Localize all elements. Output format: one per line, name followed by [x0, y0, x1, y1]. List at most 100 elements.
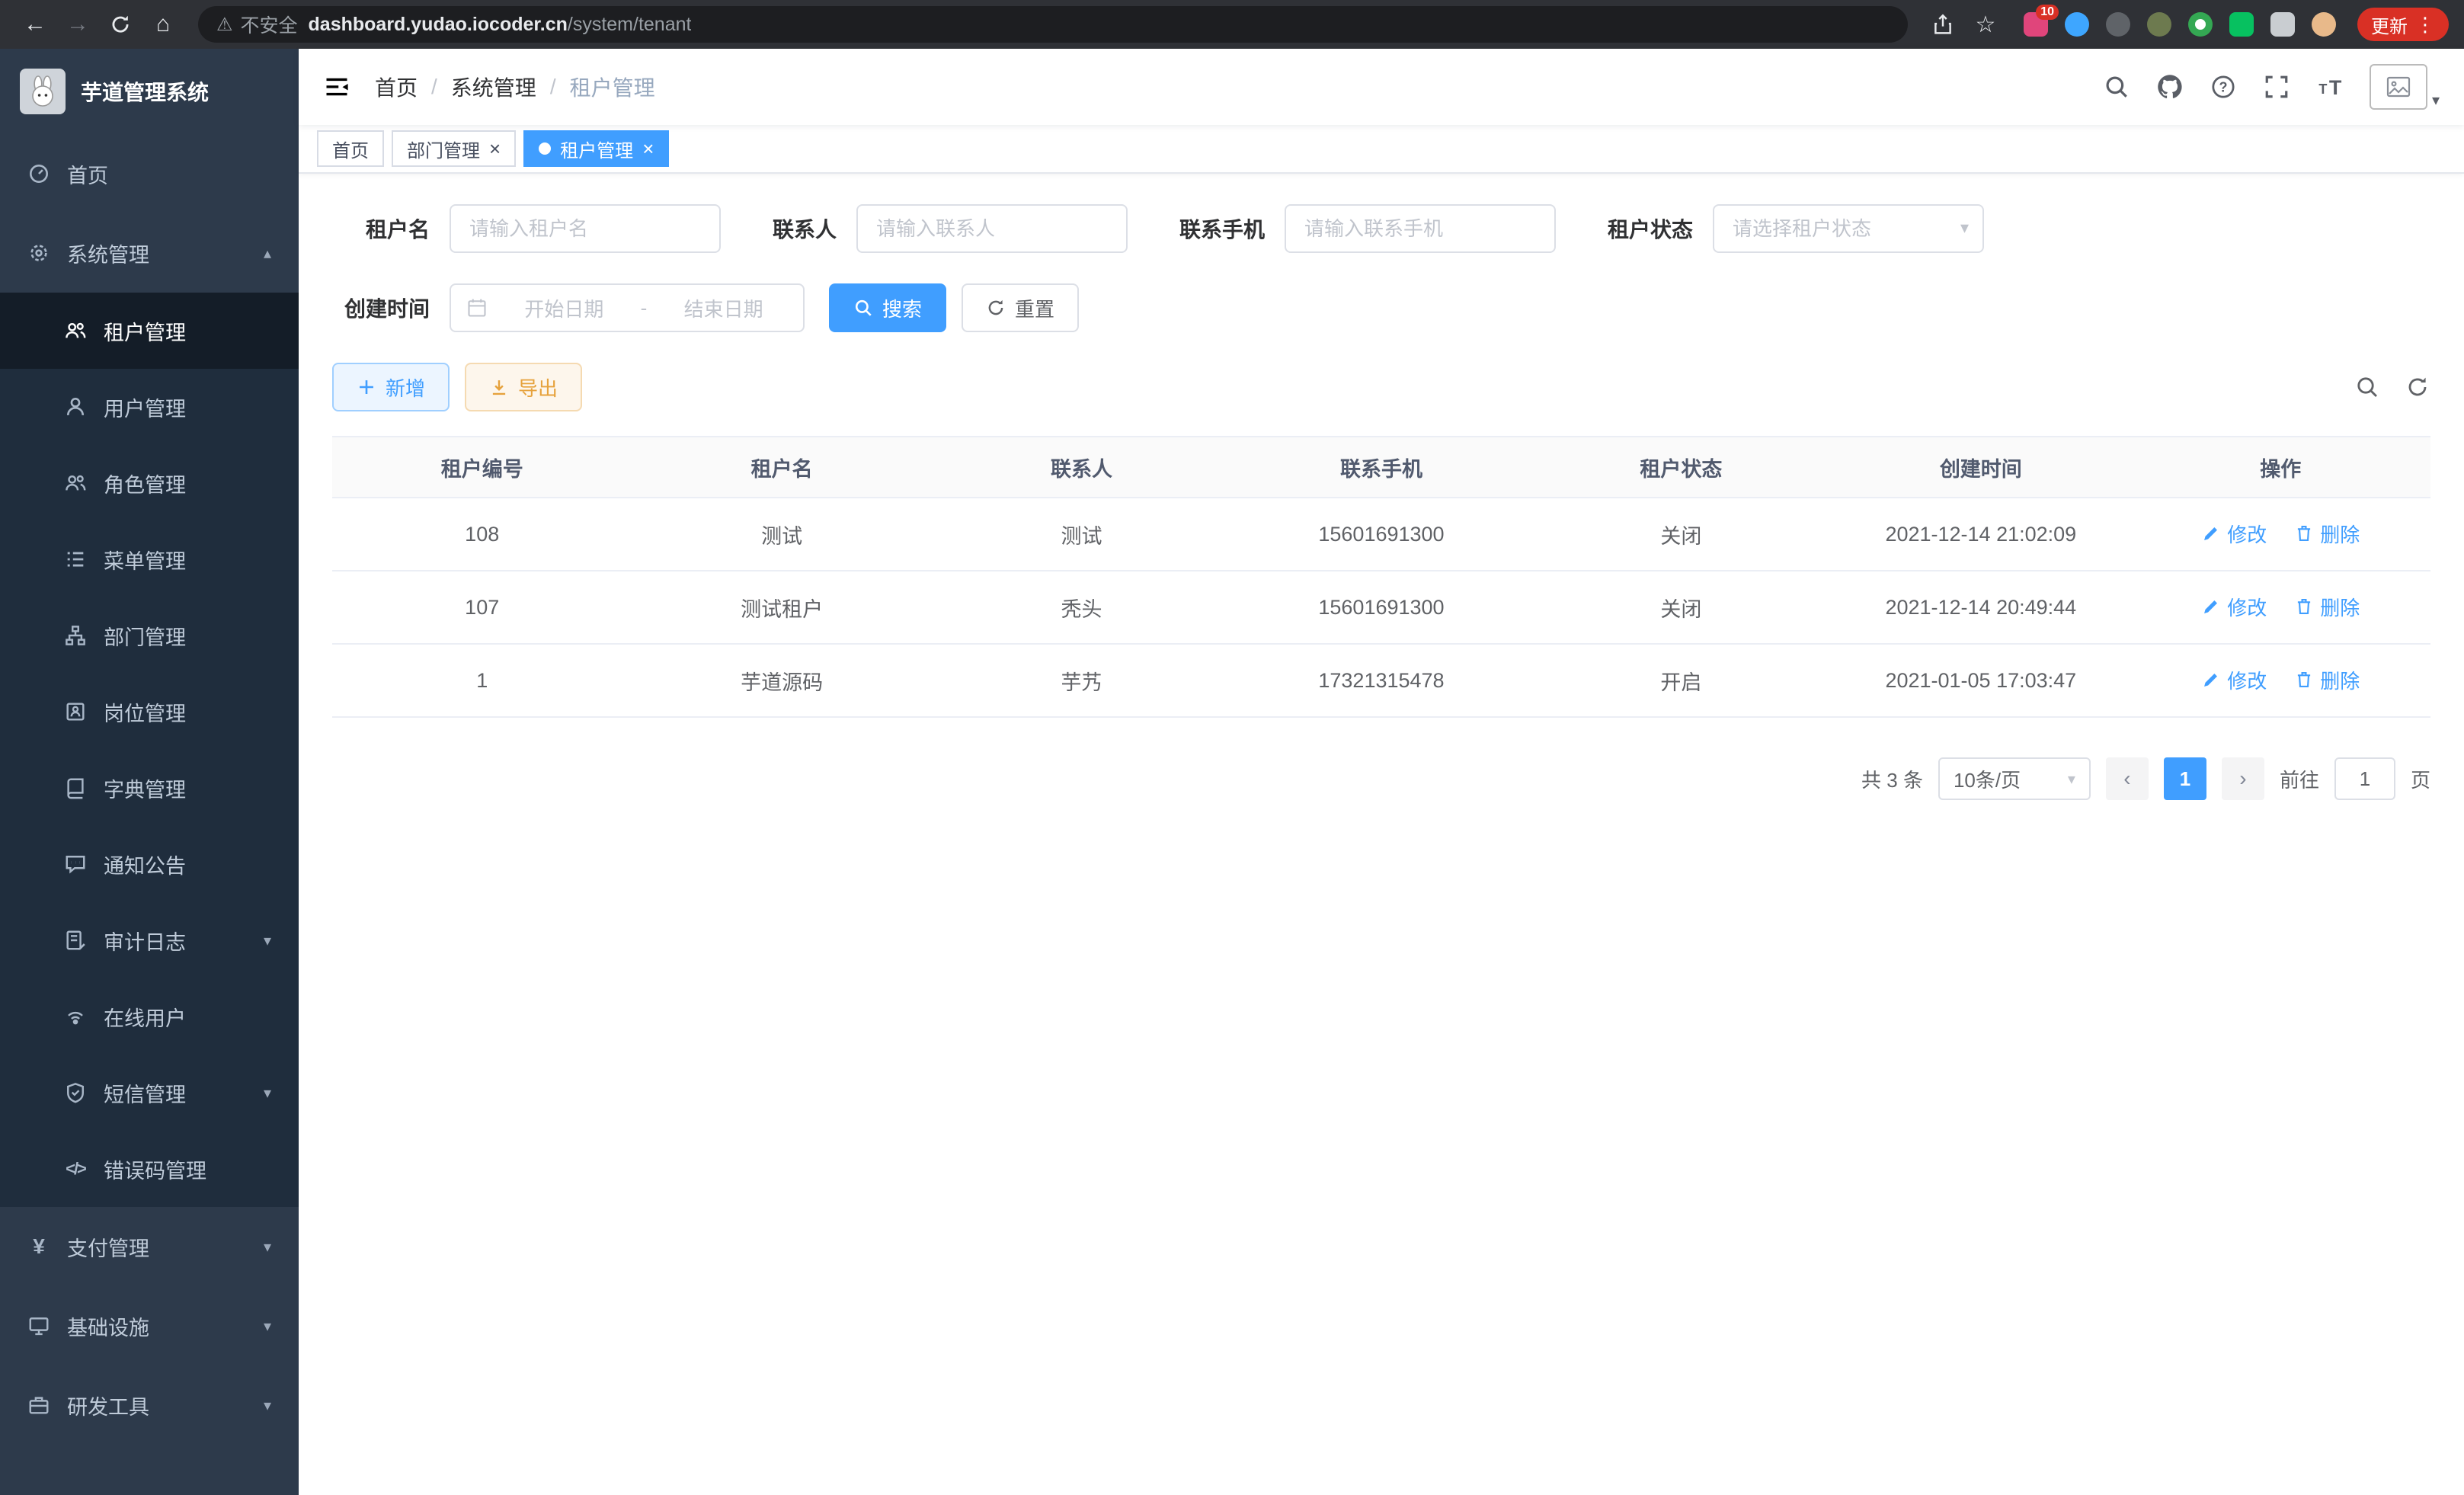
sidebar-item-tenant[interactable]: 租户管理	[0, 293, 299, 369]
sidebar-item-user[interactable]: 用户管理	[0, 369, 299, 445]
create-time-range-picker[interactable]: 开始日期 - 结束日期	[450, 283, 805, 332]
security-label: 不安全	[241, 11, 298, 38]
extension-icon[interactable]	[2065, 12, 2089, 37]
sidebar-item-notice[interactable]: 通知公告	[0, 826, 299, 902]
browser-menu-icon[interactable]: ⋮	[2415, 13, 2435, 37]
share-button[interactable]	[1923, 5, 1963, 44]
sidebar-item-menu[interactable]: 菜单管理	[0, 521, 299, 597]
page-number-button[interactable]: 1	[2164, 757, 2206, 800]
export-button[interactable]: 导出	[465, 363, 582, 411]
github-button[interactable]	[2156, 73, 2184, 101]
sidebar-item-infra[interactable]: 基础设施 ▾	[0, 1286, 299, 1365]
delete-button[interactable]: 删除	[2294, 593, 2360, 621]
mobile-input[interactable]	[1285, 204, 1556, 253]
code-icon: </>	[64, 1157, 87, 1180]
trash-icon	[2294, 670, 2314, 690]
sidebar-item-audit-log[interactable]: 审计日志 ▾	[0, 902, 299, 978]
sidebar-item-dept[interactable]: 部门管理	[0, 597, 299, 674]
list-icon	[64, 548, 87, 571]
total-count: 共 3 条	[1861, 765, 1923, 793]
browser-home-button[interactable]: ⌂	[143, 5, 183, 44]
chevron-down-icon: ▾	[2068, 770, 2075, 789]
tenant-name-input[interactable]	[450, 204, 721, 253]
font-size-button[interactable]: TT	[2316, 73, 2344, 101]
calendar-icon	[466, 297, 488, 319]
help-button[interactable]: ?	[2210, 73, 2237, 101]
avatar	[2370, 64, 2427, 110]
edit-button[interactable]: 修改	[2201, 666, 2267, 694]
sidebar-item-dict[interactable]: 字典管理	[0, 750, 299, 826]
browser-forward-button[interactable]: →	[58, 5, 98, 44]
edit-button[interactable]: 修改	[2201, 520, 2267, 548]
extension-icon[interactable]	[2229, 12, 2254, 37]
address-bar[interactable]: ⚠ 不安全 dashboard.yudao.iocoder.cn/system/…	[198, 6, 1908, 43]
add-button[interactable]: 新增	[332, 363, 450, 411]
delete-button[interactable]: 删除	[2294, 520, 2360, 548]
monitor-icon	[27, 1314, 50, 1337]
tag-home[interactable]: 首页	[317, 130, 384, 167]
sidebar-item-error-code[interactable]: </> 错误码管理	[0, 1131, 299, 1207]
refresh-icon	[986, 298, 1006, 318]
sidebar-item-pay[interactable]: ¥ 支付管理 ▾	[0, 1207, 299, 1286]
status-select[interactable]	[1713, 204, 1984, 253]
chrome-update-button[interactable]: 更新 ⋮	[2357, 8, 2449, 41]
svg-text:?: ?	[2219, 79, 2227, 94]
pagination: 共 3 条 10条/页 ▾ ‹ 1 › 前往 页	[332, 757, 2430, 800]
svg-text:T: T	[2318, 82, 2327, 97]
security-indicator[interactable]: ⚠ 不安全	[216, 11, 298, 38]
sidebar-item-post[interactable]: 岗位管理	[0, 674, 299, 750]
extension-icon[interactable]	[2106, 12, 2130, 37]
search-icon	[853, 298, 873, 318]
tenant-table: 租户编号 租户名 联系人 联系手机 租户状态 创建时间 操作 108 测试 测试	[332, 436, 2430, 718]
extension-icon[interactable]: 10	[2024, 12, 2048, 37]
delete-button[interactable]: 删除	[2294, 666, 2360, 694]
trash-icon	[2294, 597, 2314, 616]
extension-icon[interactable]	[2147, 12, 2171, 37]
tag-tenant[interactable]: 租户管理 ×	[523, 130, 669, 167]
search-toggle-button[interactable]	[2354, 374, 2380, 400]
browser-reload-button[interactable]	[101, 5, 140, 44]
close-icon[interactable]: ×	[642, 139, 654, 158]
goto-page-input[interactable]	[2334, 757, 2395, 800]
sidebar-item-home[interactable]: 首页	[0, 134, 299, 213]
status-label: 租户状态	[1608, 213, 1693, 244]
contact-input[interactable]	[856, 204, 1128, 253]
bookmark-button[interactable]: ☆	[1966, 5, 2005, 44]
extensions-puzzle-icon[interactable]	[2270, 12, 2295, 37]
search-button[interactable]: 搜索	[829, 283, 946, 332]
page-size-select[interactable]: 10条/页 ▾	[1938, 757, 2091, 800]
user-avatar-menu[interactable]: ▾	[2370, 64, 2440, 110]
tag-dept[interactable]: 部门管理 ×	[392, 130, 516, 167]
github-icon	[2156, 73, 2184, 101]
browser-back-button[interactable]: ←	[15, 5, 55, 44]
prev-page-button[interactable]: ‹	[2106, 757, 2149, 800]
edit-button[interactable]: 修改	[2201, 593, 2267, 621]
edit-icon	[2201, 597, 2221, 616]
sidebar-item-system[interactable]: 系统管理 ▴	[0, 213, 299, 293]
next-page-button[interactable]: ›	[2222, 757, 2264, 800]
extension-icon[interactable]	[2188, 12, 2213, 37]
end-date-placeholder: 结束日期	[659, 294, 788, 322]
broken-image-icon	[2386, 76, 2411, 98]
sidebar-item-devtools[interactable]: 研发工具 ▾	[0, 1365, 299, 1445]
breadcrumb-home[interactable]: 首页	[375, 72, 418, 102]
sidebar-item-role[interactable]: 角色管理	[0, 445, 299, 521]
breadcrumb-system[interactable]: 系统管理	[451, 72, 536, 102]
status-cell: 关闭	[1531, 571, 1831, 644]
fullscreen-button[interactable]	[2263, 73, 2290, 101]
sidebar-logo[interactable]: 芋道管理系统	[0, 49, 299, 134]
sidebar-item-sms[interactable]: 短信管理 ▾	[0, 1055, 299, 1131]
status-cell: 关闭	[1531, 498, 1831, 571]
profile-avatar-icon[interactable]	[2312, 12, 2336, 37]
trash-icon	[2294, 523, 2314, 543]
refresh-table-button[interactable]	[2405, 374, 2430, 400]
close-icon[interactable]: ×	[489, 139, 501, 158]
reset-button[interactable]: 重置	[962, 283, 1079, 332]
edit-icon	[2201, 523, 2221, 543]
sidebar-item-online-user[interactable]: 在线用户	[0, 978, 299, 1055]
roles-icon	[64, 472, 87, 495]
sidebar-fold-button[interactable]	[323, 73, 350, 101]
logo-image	[20, 69, 66, 114]
header-search-button[interactable]	[2103, 73, 2130, 101]
browser-toolbar: ← → ⌂ ⚠ 不安全 dashboard.yudao.iocoder.cn/s…	[0, 0, 2464, 49]
